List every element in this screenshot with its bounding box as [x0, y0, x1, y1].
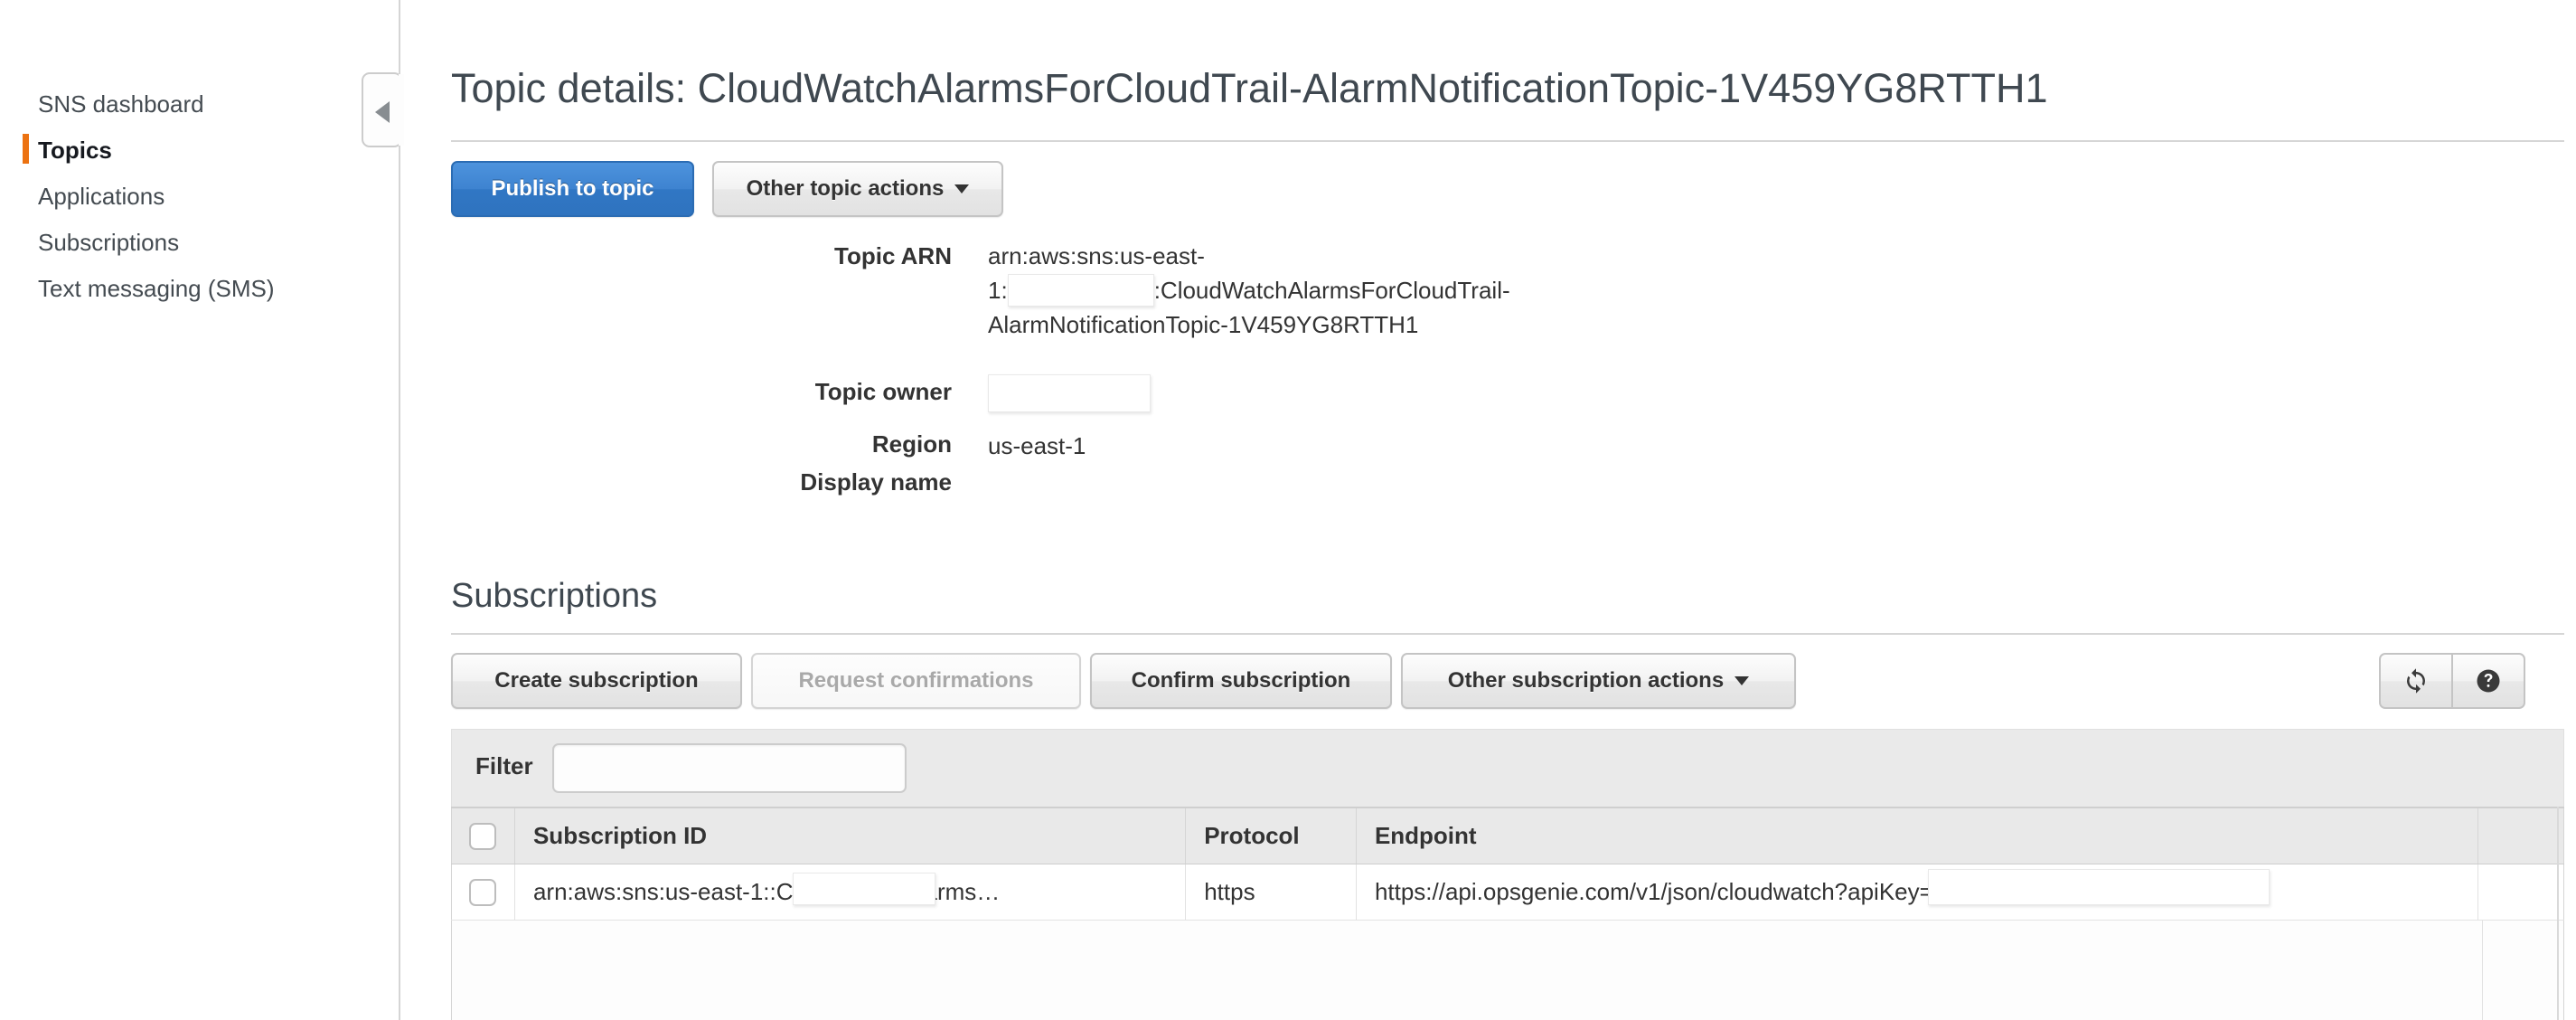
- sidebar-item-sns-dashboard[interactable]: SNS dashboard: [34, 90, 378, 118]
- other-topic-actions-label: Other topic actions: [746, 176, 945, 201]
- help-icon: [2477, 669, 2500, 693]
- table-empty-area: [451, 921, 2564, 1020]
- chevron-down-icon: [1735, 676, 1750, 685]
- subscription-id-text: arn:aws:sns:us-east-1::CloudWatchAlarms…: [532, 872, 1000, 906]
- detail-row-region: Region us-east-1: [644, 430, 1910, 467]
- subscriptions-table: Subscription ID Protocol Endpoint arn:aw…: [451, 807, 2564, 921]
- chevron-down-icon: [954, 184, 970, 194]
- request-confirmations-label: Request confirmations: [798, 668, 1034, 693]
- table-row[interactable]: arn:aws:sns:us-east-1::CloudWatchAlarms……: [451, 864, 2564, 921]
- other-subscription-actions-button[interactable]: Other subscription actions: [1401, 653, 1796, 709]
- sidebar-item-applications[interactable]: Applications: [34, 183, 378, 210]
- region-value: us-east-1: [988, 432, 1086, 459]
- other-subscription-actions-label: Other subscription actions: [1447, 668, 1725, 693]
- create-subscription-button[interactable]: Create subscription: [451, 653, 742, 709]
- table-tool-buttons: [2379, 653, 2525, 709]
- redacted-api-key: [1927, 868, 2270, 905]
- title-divider: [451, 140, 2564, 142]
- display-name-label: Display name: [800, 468, 952, 496]
- publish-to-topic-label: Publish to topic: [491, 176, 654, 201]
- select-all-header: [451, 808, 515, 864]
- refresh-button[interactable]: [2379, 653, 2452, 709]
- left-navigation-panel: SNS dashboard Topics Applications Subscr…: [0, 0, 400, 1020]
- topic-arn-label: Topic ARN: [834, 242, 952, 269]
- confirm-subscription-button[interactable]: Confirm subscription: [1090, 653, 1392, 709]
- column-header-subscription-id[interactable]: Subscription ID: [514, 808, 1187, 864]
- request-confirmations-button: Request confirmations: [751, 653, 1081, 709]
- row-checkbox[interactable]: [469, 879, 497, 907]
- handle-divider-mask: [399, 74, 404, 146]
- sns-topic-details-page: SNS dashboard Topics Applications Subscr…: [0, 0, 2576, 1020]
- confirm-subscription-label: Confirm subscription: [1131, 668, 1351, 693]
- region-label: Region: [871, 430, 952, 458]
- table-header-row: Subscription ID Protocol Endpoint: [451, 808, 2564, 864]
- subscription-id-prefix: arn:aws:sns:us-east-1:: [532, 877, 770, 905]
- column-header-protocol[interactable]: Protocol: [1185, 808, 1357, 864]
- select-all-checkbox[interactable]: [469, 823, 497, 851]
- topic-owner-label: Topic owner: [814, 378, 952, 405]
- table-empty-area-extra-column: [2482, 921, 2563, 1020]
- subscriptions-divider: [451, 633, 2564, 635]
- cell-extra: [2477, 864, 2564, 921]
- sidebar-item-label: Subscriptions: [38, 229, 180, 256]
- help-button[interactable]: [2452, 653, 2525, 709]
- cell-protocol: https: [1185, 864, 1357, 921]
- topic-arn-value: arn:aws:sns:us-east- 1: :CloudWatchAlarms…: [988, 239, 1510, 342]
- sidebar-item-label: SNS dashboard: [38, 90, 204, 118]
- detail-row-topic-arn: Topic ARN arn:aws:sns:us-east- 1: :CloudW…: [644, 242, 1910, 351]
- publish-to-topic-button[interactable]: Publish to topic: [451, 161, 694, 217]
- refresh-icon: [2407, 668, 2425, 694]
- cell-endpoint: https://api.opsgenie.com/v1/json/cloudwa…: [1356, 864, 2478, 921]
- sidebar-item-subscriptions[interactable]: Subscriptions: [34, 229, 378, 256]
- topic-arn-line2-suffix: :CloudWatchAlarmsForCloudTrail-: [1153, 277, 1510, 304]
- topic-arn-line-2: 1: :CloudWatchAlarmsForCloudTrail-: [988, 273, 1510, 307]
- column-header-endpoint[interactable]: Endpoint: [1356, 808, 2478, 864]
- redacted-account-id: [1007, 274, 1154, 307]
- sidebar-item-label: Text messaging (SMS): [38, 275, 275, 302]
- other-topic-actions-button[interactable]: Other topic actions: [712, 161, 1003, 217]
- filter-bar: Filter: [451, 729, 2564, 807]
- cell-subscription-id: arn:aws:sns:us-east-1::CloudWatchAlarms…: [514, 864, 1187, 921]
- sidebar-item-text-messaging-sms[interactable]: Text messaging (SMS): [34, 275, 378, 302]
- detail-row-topic-owner: Topic owner: [644, 374, 1910, 418]
- redacted-topic-owner: [988, 374, 1151, 412]
- detail-row-display-name: Display name: [644, 468, 1910, 505]
- redacted-account-id: [792, 872, 935, 905]
- column-header-extra: [2477, 808, 2564, 864]
- sidebar-collapse-button[interactable]: [362, 72, 402, 147]
- endpoint-text: https://api.opsgenie.com/v1/json/cloudwa…: [1374, 868, 2270, 906]
- topic-arn-line-1: arn:aws:sns:us-east-: [988, 242, 1205, 269]
- page-title: Topic details: CloudWatchAlarmsForCloudT…: [451, 65, 2048, 111]
- sidebar-item-label: Topics: [38, 137, 112, 164]
- create-subscription-label: Create subscription: [494, 668, 699, 693]
- main-content: Topic details: CloudWatchAlarmsForCloudT…: [400, 0, 2576, 1020]
- filter-label: Filter: [475, 752, 533, 779]
- table-outer-right-border: [2557, 807, 2559, 1020]
- topic-arn-line2-prefix: 1:: [988, 277, 1008, 304]
- topic-arn-line-3: AlarmNotificationTopic-1V459YG8RTTH1: [988, 311, 1419, 338]
- filter-input[interactable]: [552, 743, 907, 793]
- subscriptions-section-title: Subscriptions: [451, 577, 658, 615]
- endpoint-prefix: https://api.opsgenie.com/v1/json/cloudwa…: [1374, 877, 1933, 905]
- sidebar-item-label: Applications: [38, 183, 165, 210]
- chevron-left-icon: [375, 101, 390, 123]
- sidebar-item-topics[interactable]: Topics: [23, 134, 378, 164]
- row-select-cell: [451, 864, 515, 921]
- sidebar-nav-list: SNS dashboard Topics Applications Subscr…: [23, 90, 378, 321]
